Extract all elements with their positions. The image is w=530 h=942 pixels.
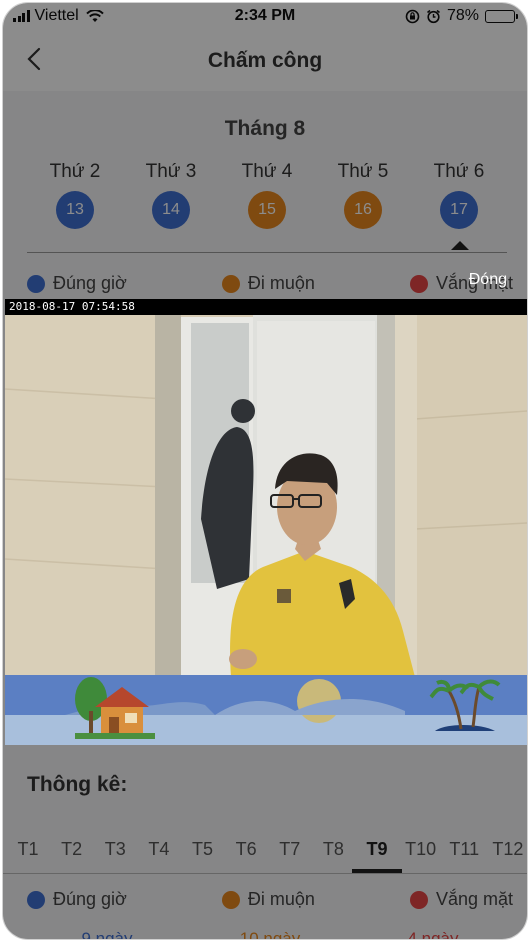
photo-timestamp: 2018-08-17 07:54:58 <box>9 300 135 313</box>
checkin-photo-image <box>5 299 527 675</box>
checkin-photo: 2018-08-17 07:54:58 <box>5 299 527 675</box>
landscape-illustration <box>5 675 527 745</box>
phone-screen: Viettel 2:34 PM 78% Chấm công Tháng 8 Th… <box>2 2 528 940</box>
close-button[interactable]: Đóng <box>469 271 507 289</box>
decorative-banner <box>5 675 527 745</box>
